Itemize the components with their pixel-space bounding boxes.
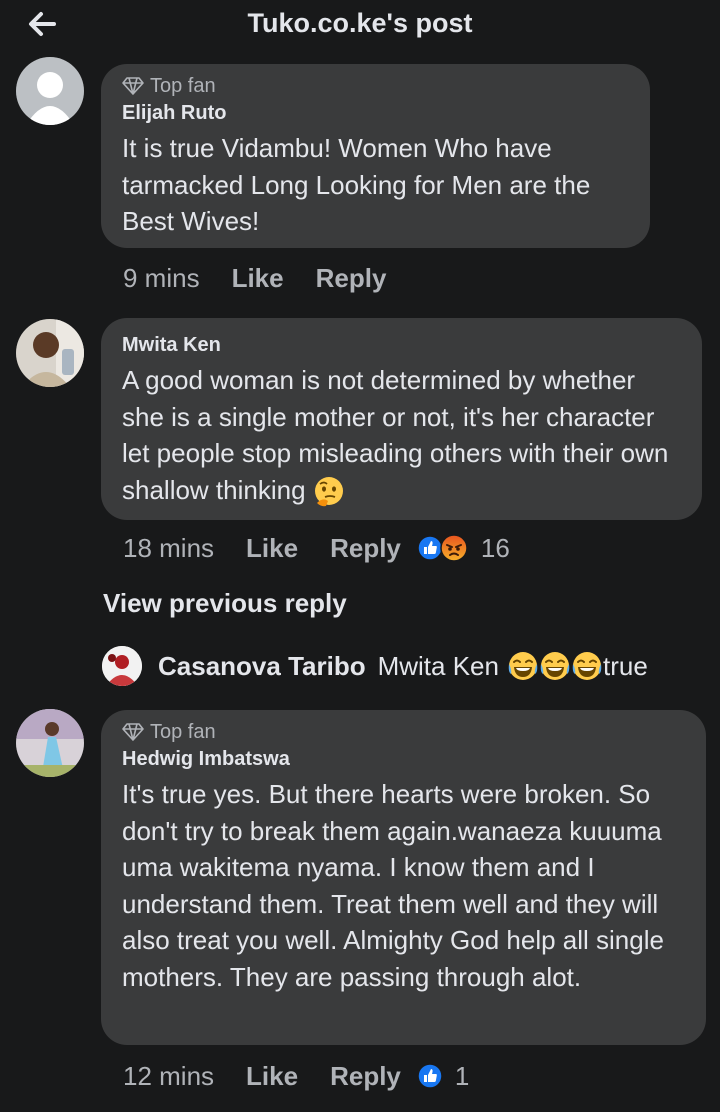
comment-time: 12 mins (123, 1060, 215, 1091)
comment-actions: 9 mins Like Reply (123, 258, 386, 298)
comment-bubble[interactable]: Top fan Hedwig Imbatswa It's true yes. B… (101, 710, 706, 1045)
reply-button[interactable]: Reply (316, 263, 387, 294)
avatar-elijah-ruto[interactable] (16, 57, 84, 125)
like-button[interactable]: Like (246, 1061, 298, 1092)
comment-author[interactable]: Hedwig Imbatswa (122, 746, 686, 772)
reply-text: true (602, 650, 648, 681)
profile-photo (102, 646, 142, 686)
like-reaction-icon (417, 1063, 443, 1089)
angry-reaction-icon (440, 534, 468, 562)
comment-time: 18 mins (123, 532, 215, 563)
comment-bubble[interactable]: Top fan Elijah Ruto It is true Vidambu! … (101, 64, 650, 248)
reply-emojis (507, 650, 603, 682)
reactions-summary[interactable]: 1 (417, 1061, 469, 1092)
badge-label: Top fan (150, 720, 216, 743)
avatar-mwita-ken[interactable] (16, 319, 84, 387)
profile-photo (16, 319, 84, 387)
reply-mention[interactable]: Mwita Ken (378, 651, 499, 682)
avatar-casanova-taribo[interactable] (102, 646, 142, 686)
profile-photo (16, 709, 84, 777)
reply-preview[interactable]: Casanova Taribo Mwita Ken true (102, 646, 648, 686)
comment-actions: 18 mins Like Reply 16 (123, 528, 510, 568)
view-previous-replies-link[interactable]: View previous reply (103, 588, 347, 619)
top-bar: Tuko.co.ke's post (0, 0, 720, 52)
tears-of-joy-emoji-icon (540, 652, 570, 680)
comment-text-body: A good woman is not determined by whethe… (122, 365, 669, 505)
reaction-count: 1 (454, 1060, 470, 1091)
comment-text: It is true Vidambu! Women Who have tarma… (122, 133, 591, 236)
badge-label: Top fan (150, 74, 216, 97)
top-fan-badge: Top fan (122, 72, 630, 100)
comment-author[interactable]: Elijah Ruto (122, 100, 630, 126)
reactions-summary[interactable]: 16 (417, 533, 510, 564)
comment-author[interactable]: Mwita Ken (122, 332, 682, 358)
thinking-face-emoji-icon (314, 476, 343, 506)
comment-bubble[interactable]: Mwita Ken A good woman is not determined… (101, 318, 702, 520)
comment-time: 9 mins (123, 262, 200, 293)
reaction-count: 16 (480, 532, 510, 563)
reply-button[interactable]: Reply (330, 533, 401, 564)
tears-of-joy-emoji-icon (572, 652, 602, 680)
default-avatar-icon (16, 57, 84, 125)
reply-author[interactable]: Casanova Taribo (158, 651, 366, 682)
like-button[interactable]: Like (246, 533, 298, 564)
diamond-icon (122, 77, 144, 95)
like-button[interactable]: Like (232, 263, 284, 294)
tears-of-joy-emoji-icon (508, 652, 538, 680)
comment-text: A good woman is not determined by whethe… (122, 362, 682, 508)
diamond-icon (122, 723, 144, 741)
comment-actions: 12 mins Like Reply 1 (123, 1056, 469, 1096)
page-title: Tuko.co.ke's post (247, 8, 473, 38)
avatar-hedwig-imbatswa[interactable] (16, 709, 84, 777)
top-fan-badge: Top fan (122, 718, 686, 746)
comment-text: It's true yes. But there hearts were bro… (122, 779, 664, 992)
reply-button[interactable]: Reply (330, 1061, 401, 1092)
